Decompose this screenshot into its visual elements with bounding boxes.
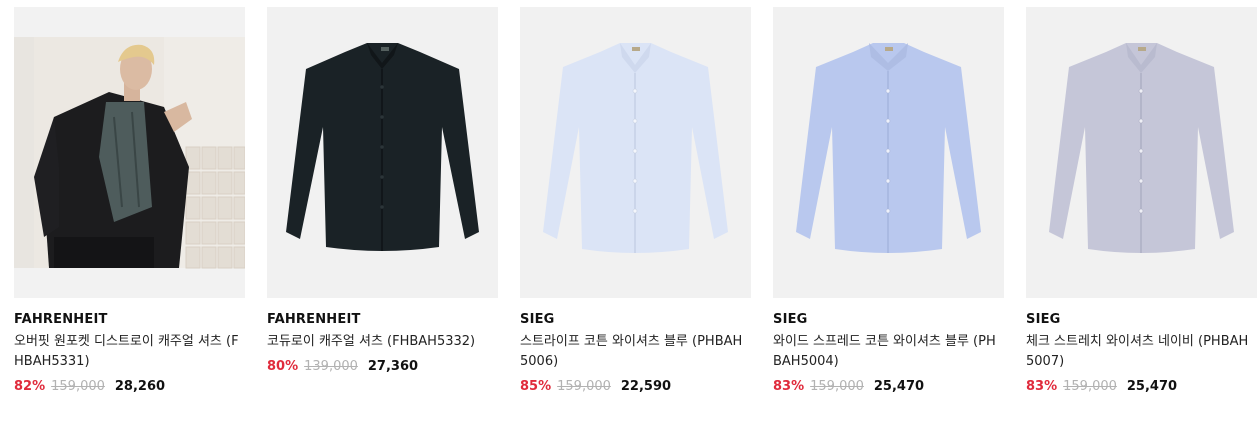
product-grid: FAHRENHEIT 오버핏 원포켓 디스트로이 캐주얼 셔츠 (FHBAH53… <box>14 7 1257 396</box>
product-brand[interactable]: FAHRENHEIT <box>14 311 245 329</box>
discount-rate: 83% <box>1026 379 1058 394</box>
sale-price: 25,470 <box>873 379 925 394</box>
model-photo <box>14 7 245 298</box>
price-row: 85% 159,000 22,590 <box>520 378 751 396</box>
product-name[interactable]: 체크 스트레치 와이셔츠 네이비 (PHBAH5007) <box>1026 332 1252 372</box>
product-image[interactable] <box>1026 7 1257 298</box>
price-row: 82% 159,000 28,260 <box>14 378 245 396</box>
shirt-icon <box>1026 7 1257 298</box>
discount-rate: 80% <box>267 359 299 374</box>
original-price: 159,000 <box>557 379 611 394</box>
product-card[interactable]: FAHRENHEIT 오버핏 원포켓 디스트로이 캐주얼 셔츠 (FHBAH53… <box>14 7 245 396</box>
product-brand[interactable]: FAHRENHEIT <box>267 311 498 329</box>
discount-rate: 85% <box>520 379 552 394</box>
product-image[interactable] <box>14 7 245 298</box>
product-image[interactable] <box>773 7 1004 298</box>
original-price: 159,000 <box>1063 379 1117 394</box>
sale-price: 22,590 <box>620 379 672 394</box>
sale-price: 25,470 <box>1126 379 1178 394</box>
price-row: 83% 159,000 25,470 <box>773 378 1004 396</box>
product-card[interactable]: FAHRENHEIT 코듀로이 캐주얼 셔츠 (FHBAH5332) 80% 1… <box>267 7 498 396</box>
product-brand[interactable]: SIEG <box>1026 311 1257 329</box>
shirt-icon <box>773 7 1004 298</box>
product-name[interactable]: 스트라이프 코튼 와이셔츠 블루 (PHBAH5006) <box>520 332 746 372</box>
original-price: 139,000 <box>304 359 358 374</box>
product-brand[interactable]: SIEG <box>520 311 751 329</box>
discount-rate: 83% <box>773 379 805 394</box>
sale-price: 28,260 <box>114 379 166 394</box>
product-card[interactable]: SIEG 와이드 스프레드 코튼 와이셔츠 블루 (PHBAH5004) 83%… <box>773 7 1004 396</box>
shirt-icon <box>267 7 498 298</box>
sale-price: 27,360 <box>367 359 419 374</box>
product-name[interactable]: 오버핏 원포켓 디스트로이 캐주얼 셔츠 (FHBAH5331) <box>14 332 240 372</box>
product-name[interactable]: 와이드 스프레드 코튼 와이셔츠 블루 (PHBAH5004) <box>773 332 999 372</box>
product-brand[interactable]: SIEG <box>773 311 1004 329</box>
product-image[interactable] <box>267 7 498 298</box>
original-price: 159,000 <box>810 379 864 394</box>
price-row: 80% 139,000 27,360 <box>267 358 498 376</box>
shirt-icon <box>520 7 751 298</box>
original-price: 159,000 <box>51 379 105 394</box>
product-card[interactable]: SIEG 체크 스트레치 와이셔츠 네이비 (PHBAH5007) 83% 15… <box>1026 7 1257 396</box>
discount-rate: 82% <box>14 379 46 394</box>
product-name[interactable]: 코듀로이 캐주얼 셔츠 (FHBAH5332) <box>267 332 493 352</box>
product-card[interactable]: SIEG 스트라이프 코튼 와이셔츠 블루 (PHBAH5006) 85% 15… <box>520 7 751 396</box>
product-image[interactable] <box>520 7 751 298</box>
price-row: 83% 159,000 25,470 <box>1026 378 1257 396</box>
